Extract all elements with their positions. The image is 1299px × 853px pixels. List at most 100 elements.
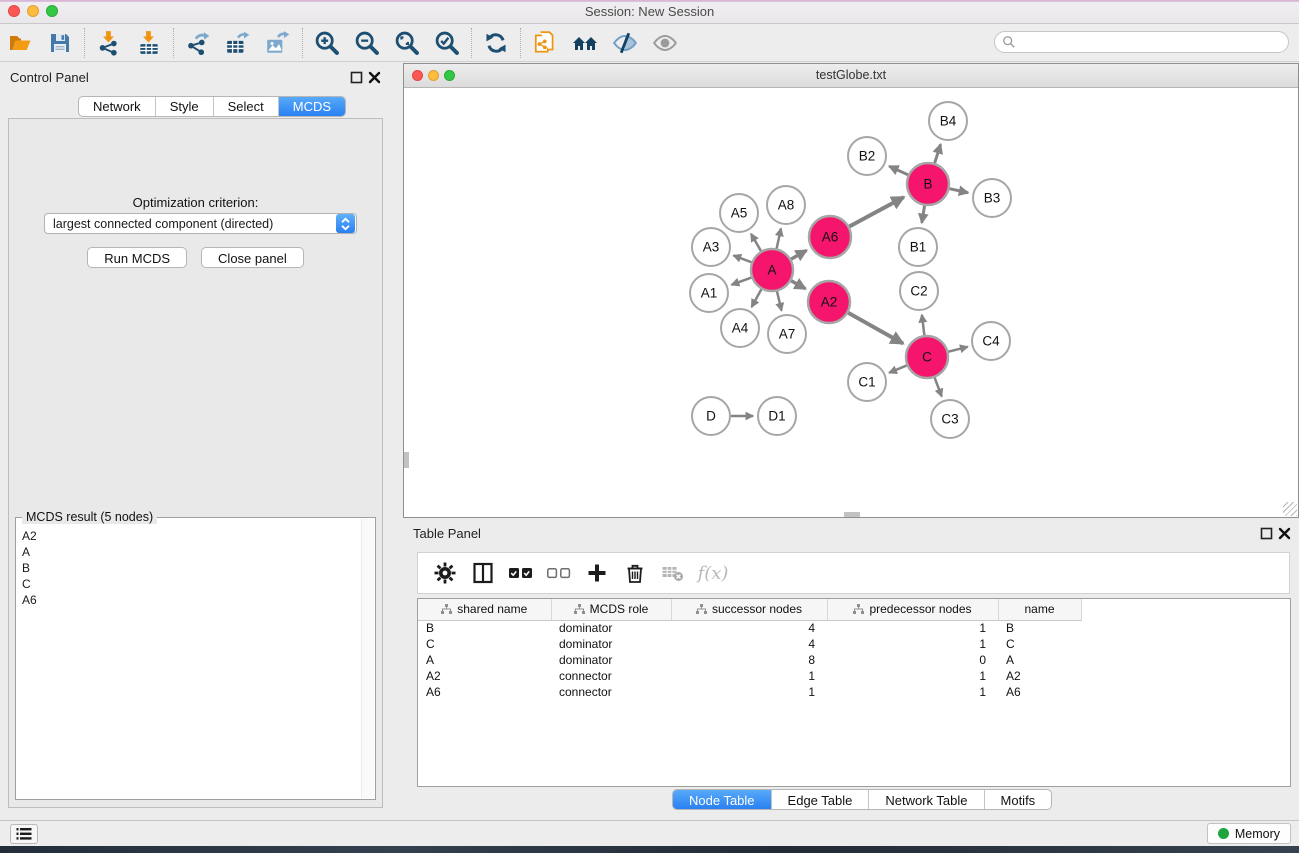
graph-edge-A-A3[interactable] bbox=[733, 255, 751, 262]
tab-select[interactable]: Select bbox=[214, 97, 279, 116]
mcds-result-item[interactable]: A6 bbox=[22, 592, 361, 608]
export-network-icon[interactable] bbox=[178, 27, 218, 59]
table-cell[interactable]: 4 bbox=[671, 636, 827, 652]
tab-network-table[interactable]: Network Table bbox=[869, 790, 984, 809]
table-row[interactable]: Adominator80A bbox=[418, 652, 1097, 668]
graph-edge-A-A1[interactable] bbox=[732, 278, 752, 285]
graph-edge-B-B3[interactable] bbox=[949, 189, 968, 193]
deselect-all-checkboxes-icon[interactable] bbox=[540, 556, 578, 590]
tab-motifs[interactable]: Motifs bbox=[985, 790, 1052, 809]
table-cell[interactable]: 1 bbox=[827, 620, 998, 636]
home-icon[interactable] bbox=[565, 27, 605, 59]
table-cell[interactable]: A6 bbox=[998, 684, 1081, 700]
table-cell[interactable]: A bbox=[998, 652, 1081, 668]
table-cell[interactable]: 0 bbox=[827, 652, 998, 668]
column-header-shared-name[interactable]: shared name bbox=[418, 599, 551, 620]
table-cell[interactable]: A2 bbox=[418, 668, 551, 684]
mcds-result-list[interactable]: A2ABCA6 bbox=[17, 524, 361, 798]
split-panel-icon[interactable] bbox=[464, 556, 502, 590]
node-table-header[interactable]: shared nameMCDS rolesuccessor nodesprede… bbox=[418, 599, 1097, 620]
refresh-view-icon[interactable] bbox=[476, 27, 516, 59]
table-cell[interactable]: A6 bbox=[418, 684, 551, 700]
zoom-out-icon[interactable] bbox=[347, 27, 387, 59]
tab-node-table[interactable]: Node Table bbox=[673, 790, 772, 809]
table-cell[interactable]: A2 bbox=[998, 668, 1081, 684]
table-cell[interactable]: B bbox=[998, 620, 1081, 636]
export-table-icon[interactable] bbox=[218, 27, 258, 59]
table-cell[interactable]: B bbox=[418, 620, 551, 636]
import-network-icon[interactable] bbox=[89, 27, 129, 59]
column-header-name[interactable]: name bbox=[998, 599, 1081, 620]
column-header-predecessor-nodes[interactable]: predecessor nodes bbox=[827, 599, 998, 620]
zoom-fit-icon[interactable] bbox=[387, 27, 427, 59]
run-mcds-button[interactable]: Run MCDS bbox=[87, 247, 187, 268]
graph-edge-B-B1[interactable] bbox=[922, 206, 925, 223]
table-cell[interactable]: 8 bbox=[671, 652, 827, 668]
table-row[interactable]: A6connector11A6 bbox=[418, 684, 1097, 700]
graph-edge-A2-C[interactable] bbox=[848, 313, 903, 344]
graph-edge-A-A7[interactable] bbox=[777, 291, 782, 310]
table-row[interactable]: Cdominator41C bbox=[418, 636, 1097, 652]
table-row[interactable]: Bdominator41B bbox=[418, 620, 1097, 636]
table-cell[interactable]: A bbox=[418, 652, 551, 668]
graph-edge-B-B4[interactable] bbox=[935, 144, 941, 163]
result-list-scrollbar[interactable] bbox=[361, 519, 374, 798]
graph-edge-B-B2[interactable] bbox=[889, 166, 908, 175]
mcds-result-item[interactable]: B bbox=[22, 560, 361, 576]
criterion-dropdown[interactable]: largest connected component (directed) bbox=[44, 213, 357, 234]
mcds-result-item[interactable]: A2 bbox=[22, 528, 361, 544]
graph-edge-A-A8[interactable] bbox=[777, 228, 781, 248]
graph-edge-C-C4[interactable] bbox=[948, 347, 967, 352]
table-row[interactable]: A2connector11A2 bbox=[418, 668, 1097, 684]
table-cell[interactable]: 1 bbox=[827, 684, 998, 700]
table-cell[interactable]: 1 bbox=[671, 684, 827, 700]
export-image-icon[interactable] bbox=[258, 27, 298, 59]
delete-columns-icon[interactable] bbox=[616, 556, 654, 590]
close-panel-icon[interactable] bbox=[368, 71, 381, 84]
table-cell[interactable]: 1 bbox=[827, 668, 998, 684]
window-resize-grip[interactable] bbox=[1283, 502, 1297, 516]
tab-mcds[interactable]: MCDS bbox=[279, 97, 345, 116]
table-cell[interactable]: dominator bbox=[551, 620, 671, 636]
column-header-MCDS-role[interactable]: MCDS role bbox=[551, 599, 671, 620]
close-panel-button[interactable]: Close panel bbox=[201, 247, 304, 268]
tab-edge-table[interactable]: Edge Table bbox=[772, 790, 870, 809]
save-session-icon[interactable] bbox=[40, 27, 80, 59]
task-history-button[interactable] bbox=[10, 824, 38, 844]
function-builder-icon[interactable]: f(x) bbox=[692, 556, 730, 590]
tab-style[interactable]: Style bbox=[156, 97, 214, 116]
delete-table-icon[interactable] bbox=[654, 556, 692, 590]
graph-edge-A-A6[interactable] bbox=[791, 250, 806, 259]
table-cell[interactable]: connector bbox=[551, 684, 671, 700]
table-cell[interactable]: dominator bbox=[551, 652, 671, 668]
import-table-icon[interactable] bbox=[129, 27, 169, 59]
open-file-icon[interactable] bbox=[0, 27, 40, 59]
table-cell[interactable]: connector bbox=[551, 668, 671, 684]
column-header-successor-nodes[interactable]: successor nodes bbox=[671, 599, 827, 620]
node-table-body[interactable]: Bdominator41BCdominator41CAdominator80AA… bbox=[418, 620, 1097, 700]
graph-edge-C-C1[interactable] bbox=[889, 365, 907, 372]
tab-network[interactable]: Network bbox=[79, 97, 156, 116]
mcds-result-item[interactable]: A bbox=[22, 544, 361, 560]
mcds-result-item[interactable]: C bbox=[22, 576, 361, 592]
table-mode-gear-icon[interactable] bbox=[426, 556, 464, 590]
float-panel-icon[interactable] bbox=[350, 71, 363, 84]
search-input[interactable] bbox=[1016, 35, 1266, 49]
table-cell[interactable]: C bbox=[418, 636, 551, 652]
show-graphics-details-icon[interactable] bbox=[645, 27, 685, 59]
new-session-from-network-icon[interactable] bbox=[525, 27, 565, 59]
table-cell[interactable]: C bbox=[998, 636, 1081, 652]
select-all-checkboxes-icon[interactable] bbox=[502, 556, 540, 590]
graph-edge-A-A4[interactable] bbox=[752, 289, 762, 307]
create-column-icon[interactable] bbox=[578, 556, 616, 590]
network-canvas[interactable]: B4B2BB3A5A8A3A6B1AA1A2C2A4A7C4CC1C3DD1 bbox=[404, 88, 1298, 517]
close-panel-icon[interactable] bbox=[1278, 527, 1291, 540]
table-cell[interactable]: dominator bbox=[551, 636, 671, 652]
search-field[interactable] bbox=[994, 31, 1289, 53]
hide-graphics-details-icon[interactable] bbox=[605, 27, 645, 59]
graph-edge-A-A5[interactable] bbox=[751, 234, 761, 251]
table-cell[interactable]: 1 bbox=[671, 668, 827, 684]
table-cell[interactable]: 1 bbox=[827, 636, 998, 652]
table-cell[interactable]: 4 bbox=[671, 620, 827, 636]
zoom-in-icon[interactable] bbox=[307, 27, 347, 59]
